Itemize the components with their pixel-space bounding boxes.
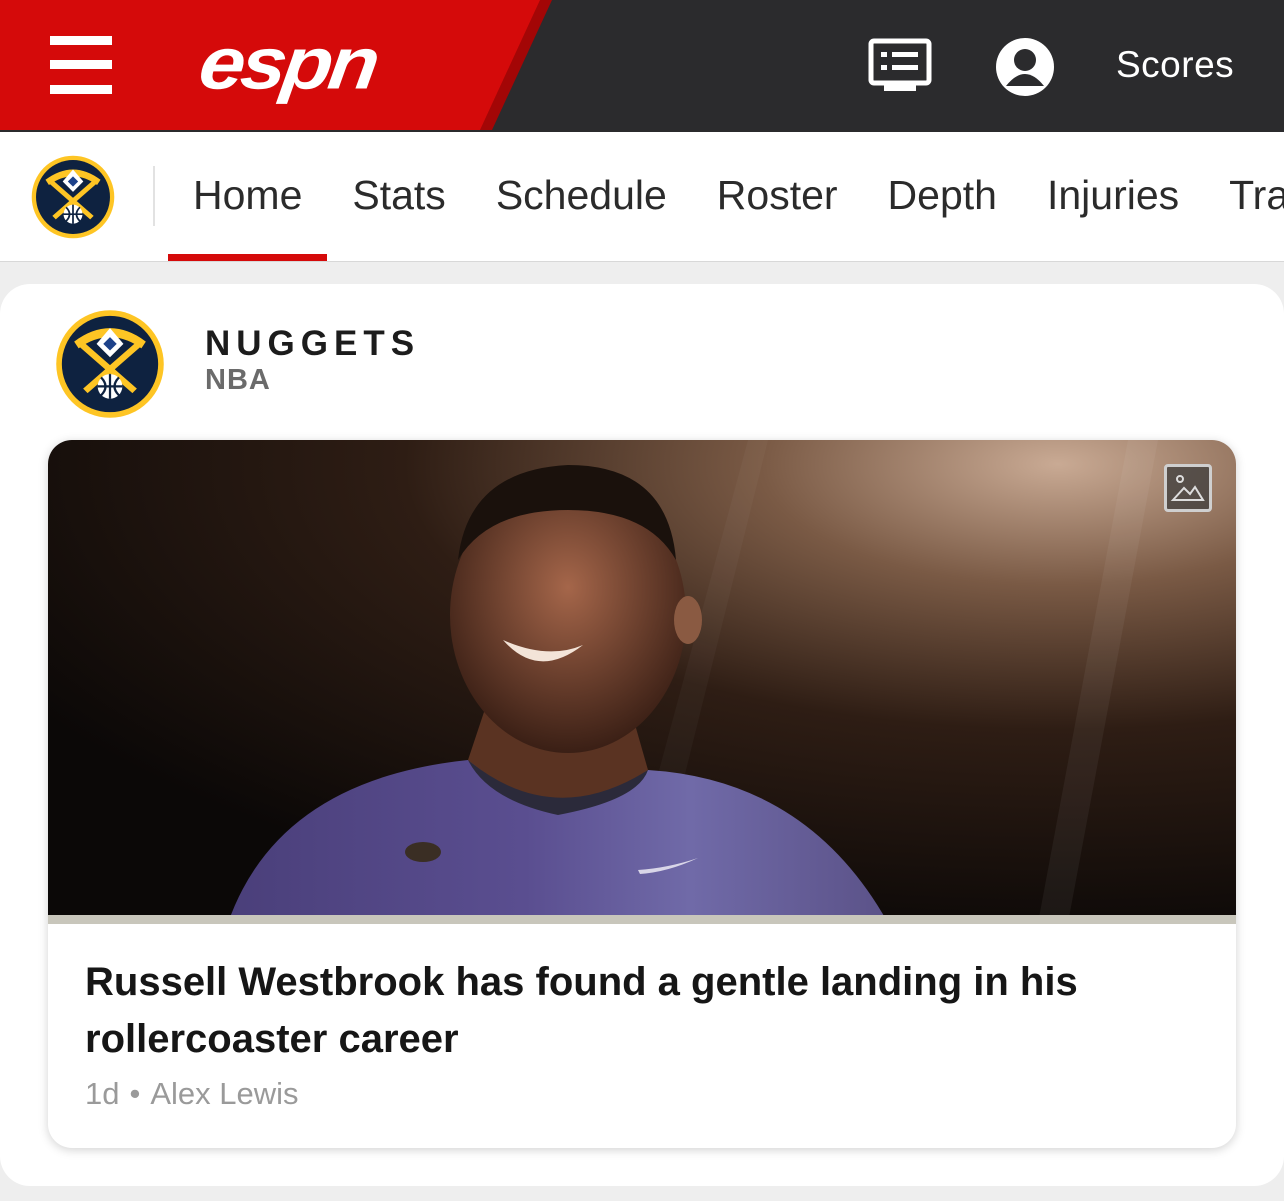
image-bottom-bar [48,915,1236,924]
hamburger-menu-icon[interactable] [50,36,112,94]
story-age: 1d [85,1076,120,1111]
tab-schedule[interactable]: Schedule [471,132,692,261]
top-bar: espn Scores [0,0,1284,132]
nuggets-logo-icon[interactable] [54,308,166,420]
tab-home[interactable]: Home [168,132,328,261]
nav-divider [153,166,155,226]
tab-depth[interactable]: Depth [863,132,1022,261]
team-name[interactable]: NUGGETS [205,324,420,364]
story-meta: 1d • Alex Lewis [85,1076,299,1112]
meta-separator: • [129,1076,141,1111]
profile-icon[interactable] [994,36,1056,98]
story-author: Alex Lewis [150,1076,299,1111]
tab-injuries[interactable]: Injuries [1022,132,1204,261]
team-feed-card: NUGGETS NBA Russell Westbrook has found … [0,284,1284,1186]
scores-link[interactable]: Scores [1116,44,1234,86]
tab-stats[interactable]: Stats [327,132,470,261]
tab-roster[interactable]: Roster [692,132,863,261]
espn-logo[interactable]: espn [194,23,455,105]
tab-transactions[interactable]: Transactions [1204,132,1284,261]
team-nav-bar: Home Stats Schedule Roster Depth Injurie… [0,132,1284,262]
team-league: NBA [205,364,271,396]
story-card[interactable]: Russell Westbrook has found a gentle lan… [48,440,1236,1148]
team-tabs: Home Stats Schedule Roster Depth Injurie… [168,132,1284,261]
story-headline[interactable]: Russell Westbrook has found a gentle lan… [85,954,1185,1068]
nuggets-logo-icon[interactable] [30,154,116,240]
photo-gallery-icon [1164,464,1212,512]
story-photo[interactable] [48,440,1236,923]
watch-list-icon[interactable] [868,38,932,94]
